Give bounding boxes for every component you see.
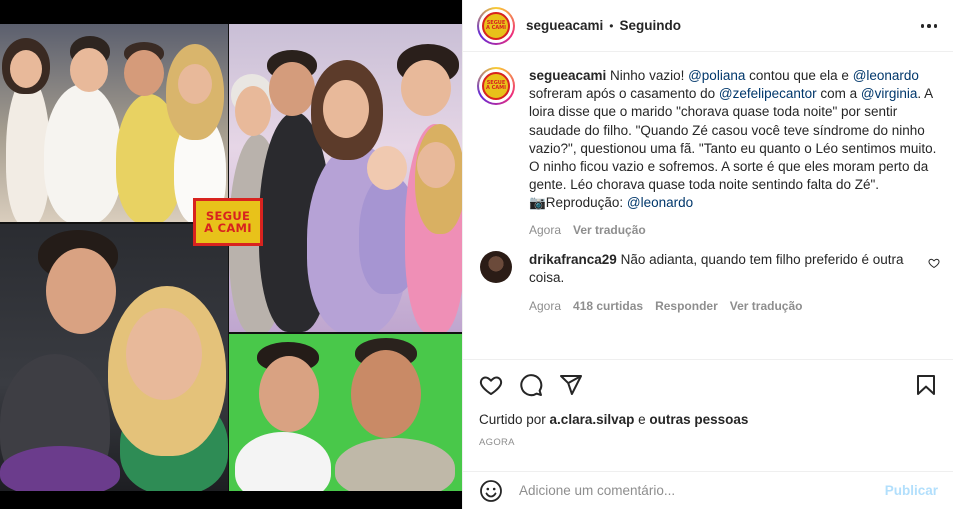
segue-a-cami-stamp: SEGUE A CAMI bbox=[193, 198, 263, 246]
post-timestamp[interactable]: AGORA bbox=[479, 437, 938, 448]
comment-like-icon[interactable] bbox=[928, 257, 940, 269]
mention-poliana[interactable]: @poliana bbox=[688, 68, 745, 83]
instagram-post: SEGUE A CAMI SEGUE A CAMI segueacami • S… bbox=[0, 0, 953, 509]
stamp-line-2: A CAMI bbox=[204, 221, 252, 235]
action-bar: Curtido por a.clara.silvap e outras pess… bbox=[463, 359, 953, 471]
comments-section: SEGUE A CAMI segueacami Ninho vazio! @po… bbox=[463, 53, 953, 359]
more-options-icon[interactable] bbox=[919, 18, 939, 34]
profile-avatar[interactable]: SEGUE A CAMI bbox=[477, 6, 515, 45]
caption: SEGUE A CAMI segueacami Ninho vazio! @po… bbox=[477, 67, 940, 237]
caption-meta: Agora Ver tradução bbox=[529, 223, 939, 237]
caption-username[interactable]: segueacami bbox=[529, 68, 606, 83]
mention-zefelipecantor[interactable]: @zefelipecantor bbox=[719, 86, 817, 101]
caption-translate-link[interactable]: Ver tradução bbox=[573, 223, 646, 237]
caption-text: segueacami Ninho vazio! @poliana contou … bbox=[529, 68, 937, 211]
avatar-logo: SEGUE A CAMI bbox=[482, 11, 510, 40]
photo-bottom-left bbox=[0, 224, 228, 491]
mention-virginia[interactable]: @virginia bbox=[861, 86, 917, 101]
photo-top-left bbox=[0, 24, 228, 222]
comment-meta: Agora 418 curtidas Responder Ver traduçã… bbox=[529, 299, 934, 313]
comment-text: drikafranca29 Não adianta, quando tem fi… bbox=[529, 251, 904, 285]
comment-time: Agora bbox=[529, 299, 562, 314]
comment-translate-link[interactable]: Ver tradução bbox=[730, 299, 803, 313]
header-separator: • bbox=[609, 18, 614, 33]
heart-icon[interactable] bbox=[479, 373, 503, 397]
caption-time: Agora bbox=[529, 222, 562, 237]
mention-leonardo[interactable]: @leonardo bbox=[853, 68, 919, 83]
header-username[interactable]: segueacami bbox=[526, 18, 603, 33]
comment-likes[interactable]: 418 curtidas bbox=[573, 299, 643, 313]
photo-top-right bbox=[229, 24, 462, 332]
post-panel: SEGUE A CAMI segueacami • Seguindo SEGUE bbox=[462, 0, 953, 509]
comment-icon[interactable] bbox=[519, 373, 543, 397]
publish-button[interactable]: Publicar bbox=[885, 483, 938, 498]
camera-credit: 📷Reprodução: bbox=[529, 195, 627, 211]
bookmark-icon[interactable] bbox=[914, 373, 938, 397]
photo-collage: SEGUE A CAMI bbox=[0, 24, 462, 491]
caption-avatar[interactable]: SEGUE A CAMI bbox=[477, 67, 515, 105]
liked-by-user[interactable]: a.clara.silvap bbox=[550, 412, 635, 427]
comment-input[interactable] bbox=[519, 483, 849, 498]
reply-button[interactable]: Responder bbox=[655, 299, 718, 313]
emoji-icon[interactable] bbox=[479, 479, 503, 503]
mention-leonardo-credit[interactable]: @leonardo bbox=[627, 195, 693, 210]
commenter-avatar[interactable] bbox=[480, 250, 512, 283]
post-media[interactable]: SEGUE A CAMI bbox=[0, 0, 462, 509]
following-button[interactable]: Seguindo bbox=[620, 18, 682, 33]
liked-by: Curtido por a.clara.silvap e outras pess… bbox=[479, 412, 749, 427]
liked-by-others[interactable]: outras pessoas bbox=[649, 412, 748, 427]
photo-bottom-right bbox=[229, 334, 462, 491]
post-header: SEGUE A CAMI segueacami • Seguindo bbox=[463, 0, 953, 52]
add-comment-bar: Publicar bbox=[463, 471, 953, 509]
comment-item: drikafranca29 Não adianta, quando tem fi… bbox=[477, 250, 940, 313]
avatar-logo: SEGUE A CAMI bbox=[482, 72, 510, 100]
share-icon[interactable] bbox=[559, 373, 583, 397]
comment-username[interactable]: drikafranca29 bbox=[529, 252, 617, 267]
